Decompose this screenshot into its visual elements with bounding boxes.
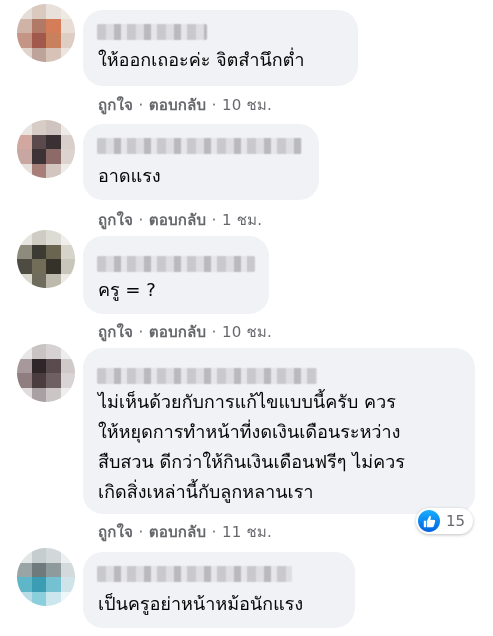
reply-link[interactable]: ตอบกลับ [149, 96, 206, 114]
reply-link[interactable]: ตอบกลับ [149, 211, 206, 229]
separator: · [138, 323, 144, 341]
like-thumb-icon [418, 510, 440, 532]
comment-actions: ถูกใจ · ตอบกลับ · 1 ชม. [98, 208, 262, 232]
separator: · [211, 523, 217, 541]
author-name-redacted[interactable] [97, 368, 317, 384]
comment-actions: ถูกใจ · ตอบกลับ · 10 ชม. [98, 320, 272, 344]
reply-link[interactable]: ตอบกลับ [149, 523, 206, 541]
timestamp-link[interactable]: 1 ชม. [222, 211, 262, 229]
comment-text: เป็นครูอย่าหน้าหม้อนักแรง [98, 594, 304, 615]
avatar[interactable] [17, 230, 75, 288]
separator: · [138, 96, 144, 114]
like-link[interactable]: ถูกใจ [98, 323, 133, 341]
timestamp-link[interactable]: 10 ชม. [222, 323, 272, 341]
comment-bubble: อาดแรง [83, 124, 319, 200]
avatar[interactable] [17, 548, 75, 606]
comment-actions: ถูกใจ · ตอบกลับ · 10 ชม. [98, 93, 272, 117]
comment-bubble: ให้ออกเถอะค่ะ จิตสำนึกต่ำ [83, 10, 358, 86]
avatar[interactable] [17, 120, 75, 178]
reaction-count: 15 [446, 512, 466, 530]
separator: · [211, 96, 217, 114]
comment-bubble: ครู = ? [83, 236, 269, 314]
reaction-summary[interactable]: 15 [416, 508, 474, 534]
separator: · [211, 323, 217, 341]
author-name-redacted[interactable] [97, 138, 302, 154]
separator: · [138, 211, 144, 229]
separator: · [138, 523, 144, 541]
like-link[interactable]: ถูกใจ [98, 211, 133, 229]
avatar[interactable] [17, 344, 75, 402]
like-link[interactable]: ถูกใจ [98, 96, 133, 114]
author-name-redacted[interactable] [97, 256, 255, 272]
comment-text: ครู = ? [98, 280, 156, 301]
comment-bubble: เป็นครูอย่าหน้าหม้อนักแรง [83, 552, 355, 628]
comment-actions: ถูกใจ · ตอบกลับ · 11 ชม. [98, 520, 272, 544]
separator: · [211, 211, 217, 229]
comment-bubble: ไม่เห็นด้วยกับการแก้ไขแบบนี้ครับ ควร ให้… [83, 348, 475, 514]
comment-text: อาดแรง [98, 166, 161, 187]
author-name-redacted[interactable] [97, 566, 292, 582]
reply-link[interactable]: ตอบกลับ [149, 323, 206, 341]
avatar[interactable] [17, 4, 75, 62]
like-link[interactable]: ถูกใจ [98, 523, 133, 541]
timestamp-link[interactable]: 11 ชม. [222, 523, 272, 541]
timestamp-link[interactable]: 10 ชม. [222, 96, 272, 114]
author-name-redacted[interactable] [97, 24, 207, 40]
comment-text: ไม่เห็นด้วยกับการแก้ไขแบบนี้ครับ ควร ให้… [98, 392, 405, 503]
comment-text: ให้ออกเถอะค่ะ จิตสำนึกต่ำ [98, 50, 305, 71]
